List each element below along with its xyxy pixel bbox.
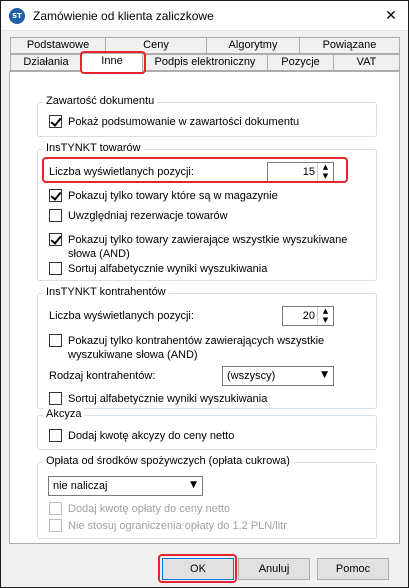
goods-reservations-checkbox[interactable]	[49, 209, 62, 222]
no-limit-label: Nie stosuj ograniczenia opłaty do 1.2 PL…	[68, 520, 287, 532]
dialog-window: ST Zamówienie od klienta zaliczkowe ✕ Po…	[0, 0, 409, 588]
group-instynkt-goods: InsTYNKT towarów Liczba wyświetlanych po…	[37, 142, 377, 281]
no-limit-checkbox	[49, 519, 62, 532]
ok-button[interactable]: OK	[162, 558, 234, 580]
tab-ceny[interactable]: Ceny	[105, 37, 207, 54]
tab-podpis-elektroniczny[interactable]: Podpis elektroniczny	[142, 54, 268, 71]
sugar-fee-value: nie naliczaj	[53, 480, 108, 492]
goods-all-words-label: Pokazuj tylko towary zawierające wszystk…	[68, 234, 348, 246]
contractors-all-words-label-line2: wyszukiwane słowa (AND)	[68, 349, 198, 361]
goods-in-stock-label: Pokazuj tylko towary które są w magazyni…	[68, 190, 278, 202]
contractors-type-value: (wszyscy)	[227, 370, 276, 382]
goods-all-words-label-line2: słowa (AND)	[68, 248, 130, 260]
contractors-count-stepper[interactable]: 20 ▲ ▼	[282, 306, 334, 326]
goods-sort-label: Sortuj alfabetycznie wyniki wyszukiwania	[68, 263, 268, 275]
add-excise-label: Dodaj kwotę akcyzy do ceny netto	[68, 430, 235, 442]
tab-inne[interactable]: Inne	[81, 53, 143, 72]
goods-reservations-label: Uwzględniaj rezerwacje towarów	[68, 210, 228, 222]
tab-panel-inne: Zawartość dokumentu Pokaż podsumowanie w…	[9, 71, 400, 544]
show-summary-checkbox[interactable]	[49, 115, 62, 128]
group-instynkt-goods-title: InsTYNKT towarów	[43, 142, 144, 154]
goods-in-stock-checkbox[interactable]	[49, 189, 62, 202]
title-bar: ST Zamówienie od klienta zaliczkowe ✕	[1, 1, 408, 31]
contractors-count-spin-buttons: ▲ ▼	[317, 307, 333, 325]
close-icon[interactable]: ✕	[380, 6, 402, 26]
goods-count-stepper[interactable]: 15 ▲ ▼	[267, 162, 334, 182]
tab-vat[interactable]: VAT	[333, 54, 400, 71]
spin-down-icon[interactable]: ▼	[318, 316, 333, 325]
contractors-all-words-label: Pokazuj tylko kontrahentów zawierających…	[68, 335, 325, 347]
spin-up-icon[interactable]: ▲	[318, 307, 333, 316]
add-fee-label: Dodaj kwotę opłaty do ceny netto	[68, 503, 231, 515]
goods-count-spin-buttons: ▲ ▼	[317, 163, 333, 181]
window-title: Zamówienie od klienta zaliczkowe	[33, 9, 214, 23]
tab-powiazane[interactable]: Powiązane	[299, 37, 400, 54]
group-doc-content-title: Zawartość dokumentu	[43, 95, 158, 107]
group-sugar-fee: Opłata od środków spożywczych (opłata cu…	[37, 455, 377, 539]
contractors-count-value: 20	[302, 310, 315, 322]
spin-down-icon[interactable]: ▼	[318, 172, 333, 181]
tab-dzialania[interactable]: Działania	[10, 54, 82, 71]
goods-sort-checkbox[interactable]	[49, 262, 62, 275]
spin-up-icon[interactable]: ▲	[318, 163, 333, 172]
group-doc-content: Zawartość dokumentu Pokaż podsumowanie w…	[37, 95, 377, 137]
contractors-all-words-checkbox[interactable]	[49, 334, 62, 347]
show-summary-label: Pokaż podsumowanie w zawartości dokument…	[68, 116, 300, 128]
help-button[interactable]: Pomoc	[317, 558, 389, 580]
group-excise: Akcyza Dodaj kwotę akcyzy do ceny netto	[37, 408, 377, 450]
group-excise-title: Akcyza	[43, 408, 85, 420]
sugar-fee-select[interactable]: nie naliczaj ▼	[48, 476, 203, 496]
contractors-sort-checkbox[interactable]	[49, 392, 62, 405]
contractors-count-label: Liczba wyświetlanych pozycji:	[49, 310, 194, 322]
contractors-sort-label: Sortuj alfabetycznie wyniki wyszukiwania	[68, 393, 268, 405]
chevron-down-icon: ▼	[321, 370, 328, 380]
add-fee-checkbox	[49, 502, 62, 515]
chevron-down-icon: ▼	[190, 480, 197, 490]
group-sugar-fee-title: Opłata od środków spożywczych (opłata cu…	[43, 455, 293, 467]
group-instynkt-contractors: InsTYNKT kontrahentów Liczba wyświetlany…	[37, 286, 377, 409]
goods-count-label: Liczba wyświetlanych pozycji:	[49, 166, 194, 178]
tab-pozycje[interactable]: Pozycje	[267, 54, 334, 71]
goods-count-value: 15	[302, 166, 315, 178]
group-instynkt-contractors-title: InsTYNKT kontrahentów	[43, 286, 169, 298]
add-excise-checkbox[interactable]	[49, 429, 62, 442]
contractors-type-label: Rodzaj kontrahentów:	[49, 370, 156, 382]
tab-podstawowe[interactable]: Podstawowe	[10, 37, 106, 54]
tab-algorytmy[interactable]: Algorytmy	[206, 37, 300, 54]
contractors-type-select[interactable]: (wszyscy) ▼	[222, 366, 334, 386]
cancel-button[interactable]: Anuluj	[238, 558, 310, 580]
app-logo-icon: ST	[9, 8, 25, 24]
goods-all-words-checkbox[interactable]	[49, 233, 62, 246]
